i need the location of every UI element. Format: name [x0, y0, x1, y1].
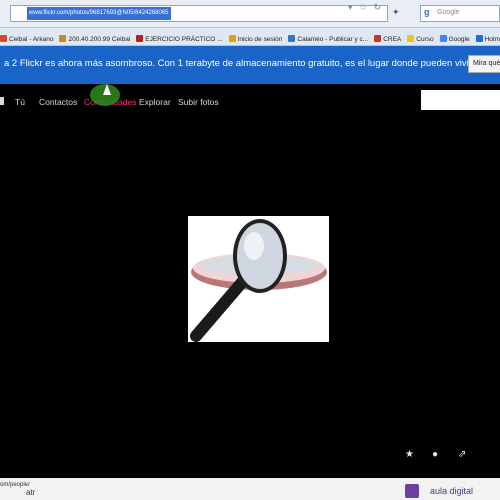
dropdown-arrow-icon[interactable]: ▾ — [348, 2, 353, 12]
nav-tu[interactable]: Tú — [15, 97, 25, 107]
bookmark-item[interactable]: CREA — [374, 31, 402, 45]
bookmark-item[interactable]: Curso — [407, 31, 434, 45]
magnifying-glass-icon — [190, 219, 327, 342]
comment-icon[interactable]: ● — [432, 449, 438, 460]
bookmark-favicon-icon — [228, 35, 236, 42]
bookmark-item[interactable]: Calaméo - Publicar y c... — [288, 31, 369, 45]
flickr-search-input[interactable] — [421, 90, 500, 110]
bookmark-label: Hotmail — [484, 36, 500, 43]
mouse-cursor-icon — [103, 84, 111, 95]
bookmark-favicon-icon — [374, 35, 382, 42]
bookmark-label: 200.40.200.99 Ceibal — [68, 36, 131, 43]
flickr-announcement-banner: a 2 Flickr es ahora más asombroso. Con 1… — [0, 46, 500, 84]
bookmark-favicon-icon — [439, 35, 447, 42]
url-text: www.flickr.com/photos/96817693@N05/84242… — [27, 7, 171, 20]
aula-digital-label: aula digital — [430, 486, 474, 496]
bookmark-label: Inicio de sesión — [237, 36, 283, 43]
bookmark-label: Curso — [416, 36, 434, 43]
bookmark-item[interactable]: Google — [439, 31, 470, 45]
bookmark-star-icon[interactable]: ☆ — [359, 2, 367, 12]
bookmark-label: Google — [448, 36, 470, 43]
bookmark-item[interactable]: EJERCICIO PRÁCTICO ... — [136, 31, 223, 45]
bookmark-favicon-icon — [0, 35, 7, 42]
bookmark-favicon-icon — [59, 35, 67, 42]
status-text: atr — [26, 488, 36, 497]
bookmark-label: Calaméo - Publicar y c... — [297, 36, 369, 43]
aula-digital-logo-icon — [405, 484, 419, 498]
bookmark-favicon-icon — [407, 35, 415, 42]
share-icon[interactable]: ⇗ — [458, 449, 466, 460]
banner-text: a 2 Flickr es ahora más asombroso. Con 1… — [4, 58, 500, 69]
bookmark-favicon-icon — [475, 35, 483, 42]
addon-icon[interactable]: ✦ — [392, 7, 400, 17]
bookmark-item[interactable]: Ceibal - Arkano — [0, 31, 54, 45]
bookmarks-bar: Ceibal - Arkano 200.40.200.99 Ceibal EJERC… — [0, 28, 500, 46]
nav-subir-fotos[interactable]: Subir fotos — [178, 97, 219, 107]
nav-contactos[interactable]: Contactos — [39, 97, 77, 107]
reload-icon[interactable]: ↻ — [374, 2, 382, 12]
search-placeholder: Google — [437, 9, 460, 16]
screen: { "browser": { "url": "www.flickr.com/ph… — [0, 0, 500, 500]
address-actions: ▾ ☆ ↻ — [348, 2, 385, 13]
status-strip — [0, 478, 500, 500]
bookmark-label: CREA — [383, 36, 402, 43]
address-bar[interactable]: www.flickr.com/photos/96817693@N05/84242… — [10, 5, 388, 22]
favorite-star-icon[interactable]: ★ — [405, 449, 414, 460]
bookmark-item[interactable]: 200.40.200.99 Ceibal — [59, 31, 131, 45]
bookmark-item[interactable]: Inicio de sesión — [228, 31, 283, 45]
banner-button[interactable]: Mira qué h — [468, 55, 500, 73]
search-box[interactable]: g Google — [420, 5, 500, 22]
flickr-logo-icon[interactable] — [0, 97, 6, 107]
toolbar-icons: ✦ — [392, 7, 400, 18]
bookmark-item[interactable]: Hotmail — [475, 31, 500, 45]
bookmark-label: EJERCICIO PRÁCTICO ... — [145, 36, 223, 43]
bookmark-favicon-icon — [288, 35, 296, 42]
photo-image[interactable] — [188, 216, 329, 342]
nav-explorar[interactable]: Explorar — [139, 97, 171, 107]
bookmark-favicon-icon — [136, 35, 144, 42]
google-g-icon: g — [424, 7, 430, 17]
browser-toolbar: www.flickr.com/photos/96817693@N05/84242… — [0, 0, 500, 28]
bookmark-label: Ceibal - Arkano — [9, 36, 54, 43]
